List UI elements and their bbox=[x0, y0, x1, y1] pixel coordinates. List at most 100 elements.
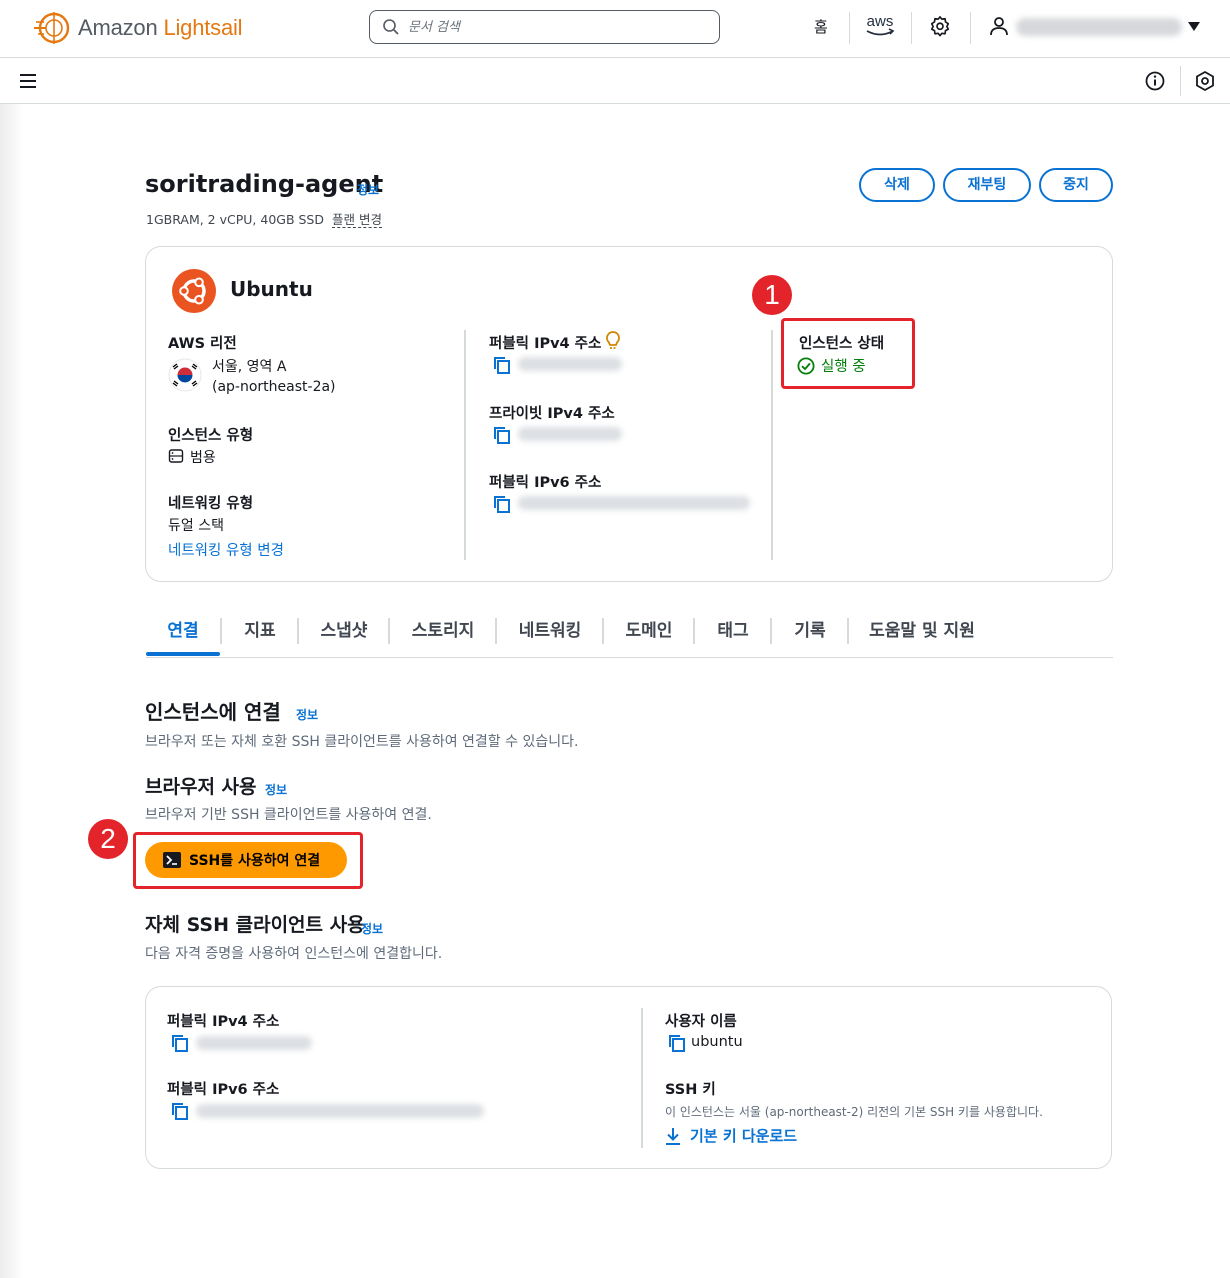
instance-name-title: soritrading-agent bbox=[145, 170, 384, 198]
hamburger-menu-icon[interactable] bbox=[18, 71, 38, 91]
tab-domains[interactable]: 도메인 bbox=[604, 612, 694, 656]
column-divider bbox=[771, 330, 773, 560]
hexagon-icon[interactable] bbox=[1194, 70, 1216, 92]
instance-spec: 1GBRAM, 2 vCPU, 40GB SSD 플랜 변경 bbox=[146, 209, 382, 228]
annotation-highlight-status bbox=[781, 318, 915, 389]
own-client-description: 다음 자격 증명을 사용하여 인스턴스에 연결합니다. bbox=[145, 946, 443, 962]
copy-icon[interactable] bbox=[667, 1033, 687, 1053]
instance-status-label: 인스턴스 상태 bbox=[799, 336, 885, 352]
column-divider bbox=[641, 1008, 643, 1148]
check-circle-icon bbox=[797, 357, 815, 374]
connect-ssh-button[interactable]: SSH를 사용하여 연결 bbox=[145, 842, 347, 878]
active-tab-indicator bbox=[146, 652, 220, 656]
info-icon[interactable] bbox=[1144, 70, 1166, 92]
lightsail-logo-icon bbox=[34, 12, 70, 44]
lightsail-logo[interactable]: Amazon Lightsail bbox=[32, 10, 243, 46]
korea-flag-icon bbox=[168, 358, 202, 392]
cred-public-ipv4-redacted bbox=[196, 1036, 312, 1050]
region-label: AWS 리전 bbox=[168, 336, 237, 352]
connect-section-title: 인스턴스에 연결 bbox=[145, 700, 281, 724]
secondary-toolbar bbox=[0, 58, 1230, 104]
browser-info-link[interactable]: 정보 bbox=[265, 781, 287, 798]
download-default-key-label: 기본 키 다운로드 bbox=[690, 1127, 798, 1145]
logo-text-lightsail: Lightsail bbox=[163, 15, 243, 40]
download-default-key-link[interactable]: 기본 키 다운로드 bbox=[664, 1125, 797, 1146]
cred-public-ipv4-label: 퍼블릭 IPv4 주소 bbox=[167, 1014, 280, 1030]
download-icon bbox=[666, 1127, 680, 1145]
lightbulb-icon[interactable] bbox=[604, 330, 622, 352]
doc-search-input[interactable] bbox=[408, 19, 708, 35]
public-ipv6-label: 퍼블릭 IPv6 주소 bbox=[489, 475, 602, 491]
public-ipv4-label: 퍼블릭 IPv4 주소 bbox=[489, 336, 602, 352]
logo-text-amazon: Amazon bbox=[78, 15, 158, 40]
left-edge-shade bbox=[0, 104, 24, 1278]
username-value: ubuntu bbox=[691, 1034, 743, 1050]
browser-description: 브라우저 기반 SSH 클라이언트를 사용하여 연결. bbox=[145, 807, 432, 823]
tab-snapshots[interactable]: 스냅샷 bbox=[299, 612, 389, 656]
search-icon bbox=[383, 19, 399, 35]
username-label: 사용자 이름 bbox=[665, 1014, 737, 1030]
tab-networking[interactable]: 네트워킹 bbox=[497, 612, 603, 656]
region-value-line2: (ap-northeast-2a) bbox=[212, 379, 336, 395]
instance-spec-text: 1GBRAM, 2 vCPU, 40GB SSD bbox=[146, 212, 324, 227]
region-value-line1: 서울, 영역 A bbox=[212, 359, 287, 375]
private-ipv4-value-redacted bbox=[518, 427, 622, 441]
reboot-button[interactable]: 재부팅 bbox=[943, 168, 1031, 202]
private-ipv4-label: 프라이빗 IPv4 주소 bbox=[489, 406, 615, 422]
change-plan-link[interactable]: 플랜 변경 bbox=[331, 212, 382, 228]
server-icon bbox=[168, 449, 184, 463]
ubuntu-logo-icon bbox=[172, 269, 216, 313]
tab-help-support[interactable]: 도움말 및 지원 bbox=[849, 612, 995, 656]
network-type-label: 네트워킹 유형 bbox=[168, 496, 254, 512]
account-name-redacted[interactable] bbox=[1016, 18, 1182, 36]
copy-icon[interactable] bbox=[492, 355, 512, 375]
copy-icon[interactable] bbox=[492, 494, 512, 514]
user-icon[interactable] bbox=[988, 15, 1010, 37]
copy-icon[interactable] bbox=[170, 1033, 190, 1053]
copy-icon[interactable] bbox=[170, 1101, 190, 1121]
divider bbox=[970, 12, 971, 44]
public-ipv4-value-redacted bbox=[518, 357, 622, 371]
own-client-info-link[interactable]: 정보 bbox=[361, 920, 383, 937]
copy-icon[interactable] bbox=[492, 425, 512, 445]
tab-metrics[interactable]: 지표 bbox=[222, 612, 298, 656]
divider bbox=[849, 12, 850, 44]
terminal-icon bbox=[163, 852, 181, 868]
top-navigation-bar: Amazon Lightsail 홈 aws bbox=[0, 0, 1230, 58]
credentials-card bbox=[145, 986, 1112, 1169]
divider bbox=[911, 12, 912, 44]
instance-type-value: 범용 bbox=[190, 450, 216, 466]
instance-type-label: 인스턴스 유형 bbox=[168, 428, 254, 444]
public-ipv6-value-redacted bbox=[518, 496, 750, 510]
ssh-key-label: SSH 키 bbox=[665, 1082, 716, 1098]
column-divider bbox=[464, 330, 466, 560]
delete-button[interactable]: 삭제 bbox=[859, 168, 935, 202]
os-name: Ubuntu bbox=[230, 277, 313, 301]
tab-history[interactable]: 기록 bbox=[772, 612, 848, 656]
own-client-section-title: 자체 SSH 클라이언트 사용 bbox=[145, 914, 365, 936]
aws-logo-text: aws bbox=[867, 13, 894, 30]
instance-status: 실행 중 bbox=[797, 355, 866, 376]
instance-info-link[interactable]: 정보 bbox=[357, 181, 379, 198]
aws-logo-icon[interactable]: aws bbox=[862, 12, 898, 40]
cred-public-ipv6-label: 퍼블릭 IPv6 주소 bbox=[167, 1082, 280, 1098]
connect-ssh-button-label: SSH를 사용하여 연결 bbox=[189, 853, 321, 869]
connect-info-link[interactable]: 정보 bbox=[296, 706, 318, 723]
divider bbox=[1180, 66, 1181, 96]
caret-down-icon[interactable] bbox=[1187, 20, 1201, 32]
stop-button[interactable]: 중지 bbox=[1039, 168, 1113, 202]
tab-storage[interactable]: 스토리지 bbox=[390, 612, 496, 656]
tab-connect[interactable]: 연결 bbox=[146, 612, 220, 656]
annotation-badge-1: 1 bbox=[752, 275, 792, 315]
doc-search-box[interactable] bbox=[369, 10, 720, 44]
cred-public-ipv6-redacted bbox=[196, 1104, 484, 1118]
change-network-type-link[interactable]: 네트워킹 유형 변경 bbox=[168, 539, 284, 560]
instance-status-value: 실행 중 bbox=[821, 359, 866, 375]
instance-tabs: 연결 지표 스냅샷 스토리지 네트워킹 도메인 태그 기록 도움말 및 지원 bbox=[146, 612, 1113, 658]
gear-icon[interactable] bbox=[929, 15, 951, 37]
ssh-key-description: 이 인스턴스는 서울 (ap-northeast-2) 리전의 기본 SSH 키… bbox=[665, 1105, 1043, 1119]
annotation-badge-2: 2 bbox=[88, 819, 128, 859]
network-type-value: 듀얼 스택 bbox=[168, 518, 224, 534]
home-link[interactable]: 홈 bbox=[814, 16, 828, 37]
tab-tags[interactable]: 태그 bbox=[695, 612, 771, 656]
